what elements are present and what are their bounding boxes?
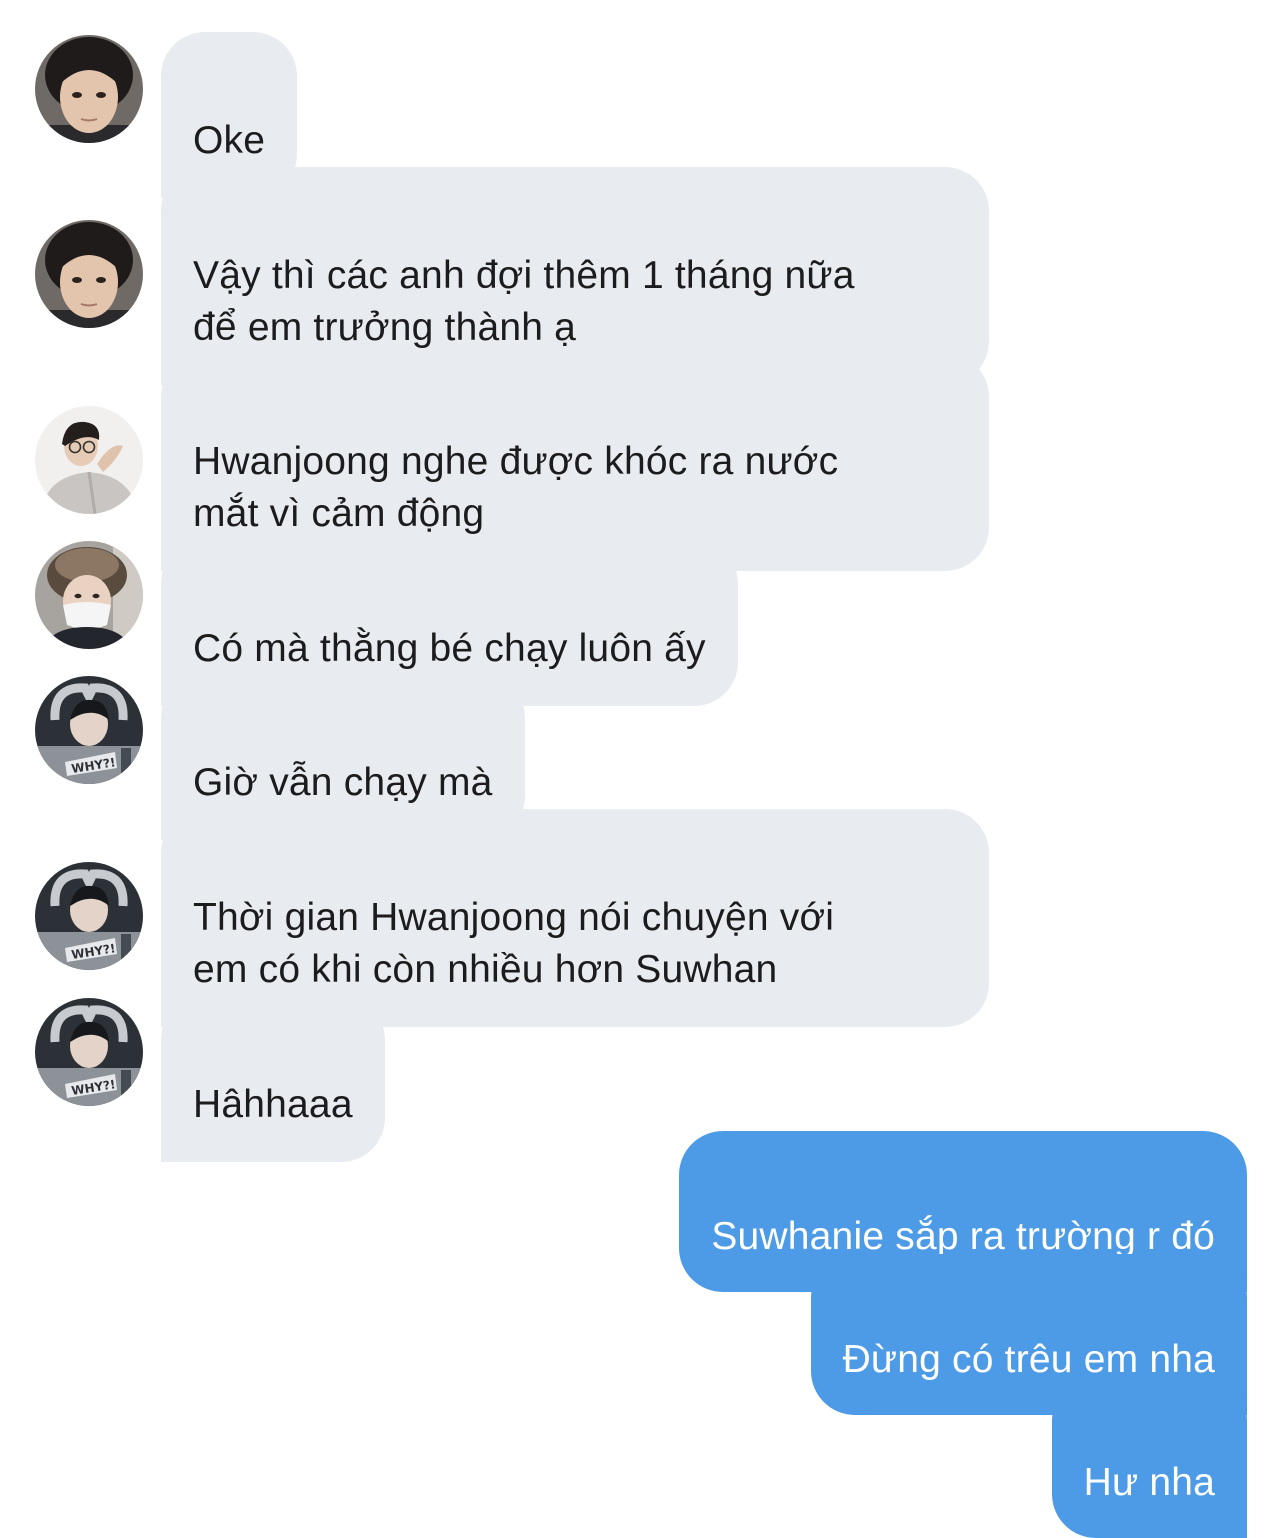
fur-hat-mask-image: [35, 541, 143, 649]
chat-thread: Oke Vậy thì các anh đợi thêm 1 tháng nữa…: [0, 0, 1283, 1538]
outgoing-message-bubble[interactable]: Hư nha: [1051, 1377, 1247, 1538]
child-portrait-image: [35, 220, 143, 328]
message-text: Giờ vẫn chạy mà: [193, 761, 493, 804]
heart-pose-image: [35, 862, 143, 970]
message-text: Oke: [193, 119, 266, 162]
glasses-hoodie-image: [35, 406, 143, 514]
child-portrait-image: [35, 35, 143, 143]
incoming-message-bubble[interactable]: Thời gian Hwanjoong nói chuyện với em có…: [161, 809, 989, 1027]
heart-pose-avatar[interactable]: [35, 862, 143, 970]
glasses-hoodie-avatar[interactable]: [35, 406, 143, 514]
incoming-message-bubble[interactable]: Hâhhaaa: [161, 996, 385, 1162]
message-text: Hâhhaaa: [193, 1083, 353, 1126]
heart-pose-image: [35, 998, 143, 1106]
message-text: Thời gian Hwanjoong nói chuyện với em có…: [193, 896, 835, 991]
message-text: Vậy thì các anh đợi thêm 1 tháng nữa để …: [193, 254, 855, 349]
child-portrait-avatar[interactable]: [35, 220, 143, 328]
message-text: Đừng có trêu em nha: [842, 1338, 1215, 1381]
heart-pose-avatar[interactable]: [35, 998, 143, 1106]
fur-hat-mask-avatar[interactable]: [35, 541, 143, 649]
child-portrait-avatar[interactable]: [35, 35, 143, 143]
heart-pose-avatar[interactable]: [35, 676, 143, 784]
message-text: Hwanjoong nghe được khóc ra nước mắt vì …: [193, 440, 839, 535]
incoming-message-bubble[interactable]: Hwanjoong nghe được khóc ra nước mắt vì …: [161, 353, 989, 571]
message-text: Hư nha: [1083, 1461, 1215, 1504]
message-text: Có mà thằng bé chạy luôn ấy: [193, 627, 706, 670]
message-text: Suwhanie sắp ra trường r đó: [711, 1215, 1215, 1258]
heart-pose-image: [35, 676, 143, 784]
